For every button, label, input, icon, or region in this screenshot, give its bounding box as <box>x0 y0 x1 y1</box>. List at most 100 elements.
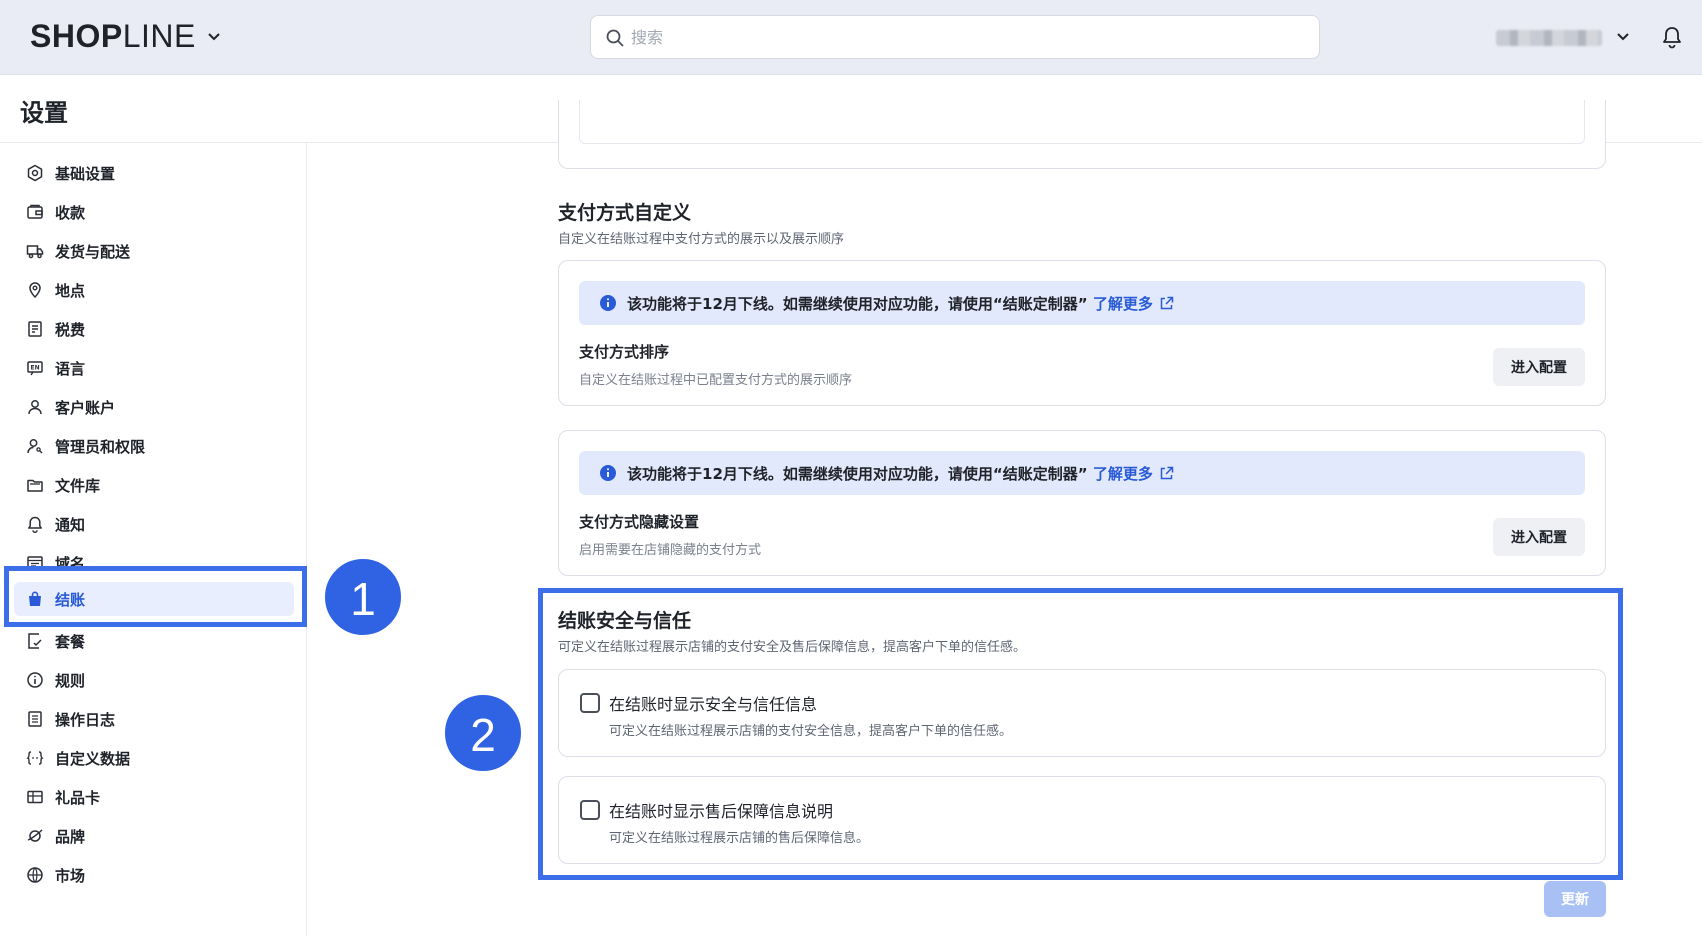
payment-sort-config-button[interactable]: 进入配置 <box>1493 348 1585 386</box>
search-box[interactable] <box>590 15 1320 59</box>
payment-hide-config-button[interactable]: 进入配置 <box>1493 518 1585 556</box>
sidebar-item-label: 地点 <box>55 282 86 300</box>
trust-option-card: 在结账时显示安全与信任信息 可定义在结账过程展示店铺的支付安全信息，提高客户下单… <box>558 669 1606 757</box>
step-badge-2: 2 <box>443 693 523 773</box>
shopping-bag-icon <box>29 591 41 606</box>
deprecation-notice: 该功能将于12月下线。如需继续使用对应功能，请使用“结账定制器” 了解更多 <box>579 451 1585 495</box>
sidebar-item-label: 礼品卡 <box>55 789 101 807</box>
location-pin-icon <box>29 282 41 299</box>
sidebar-item-label: 税费 <box>55 321 86 339</box>
info-icon <box>600 295 616 311</box>
receipt-icon <box>28 321 42 337</box>
sidebar-item-checkout[interactable]: 结账 <box>14 582 294 616</box>
sidebar-item-language[interactable]: EN 语言 <box>14 351 294 385</box>
sidebar-item-markets[interactable]: 市场 <box>14 858 294 892</box>
chevron-down-icon[interactable] <box>1614 28 1632 46</box>
gear-hex-icon <box>27 164 43 182</box>
learn-more-link[interactable]: 了解更多 <box>1093 465 1153 483</box>
sidebar-item-admins-permissions[interactable]: 管理员和权限 <box>14 429 294 463</box>
braces-icon <box>26 751 44 765</box>
shopline-logo[interactable]: SHOPLINE <box>30 18 196 55</box>
sidebar-item-label: 规则 <box>55 672 86 690</box>
sidebar-item-payments[interactable]: 收款 <box>14 195 294 229</box>
after-sales-label[interactable]: 在结账时显示售后保障信息说明 <box>609 798 833 822</box>
sidebar-item-plans[interactable]: 套餐 <box>14 624 294 658</box>
user-icon <box>28 400 42 415</box>
sidebar-item-label: 域名 <box>55 555 86 573</box>
sidebar-item-label: 收款 <box>55 204 86 222</box>
external-link-icon[interactable] <box>1159 296 1174 311</box>
sidebar-item-label: 通知 <box>55 516 86 534</box>
payment-sort-title: 支付方式排序 <box>579 343 670 361</box>
browser-icon <box>27 556 43 570</box>
sidebar-item-custom-data[interactable]: 自定义数据 <box>14 741 294 775</box>
sidebar-item-label: 套餐 <box>55 633 86 651</box>
page-title: 设置 <box>20 99 68 127</box>
sidebar-item-files[interactable]: 文件库 <box>14 468 294 502</box>
language-icon: EN <box>27 361 43 376</box>
payment-hide-title: 支付方式隐藏设置 <box>579 513 700 531</box>
step-badge-1: 1 <box>323 557 403 637</box>
search-icon <box>606 29 624 47</box>
sidebar-item-label: 品牌 <box>55 828 86 846</box>
top-bar: SHOPLINE <box>0 0 1702 75</box>
user-key-icon <box>27 439 43 454</box>
after-sales-desc: 可定义在结账过程展示店铺的售后保障信息。 <box>609 831 870 846</box>
bell-icon[interactable] <box>1661 25 1683 49</box>
info-icon <box>600 465 616 481</box>
sidebar-item-basic-settings[interactable]: 基础设置 <box>14 156 294 190</box>
sidebar-item-label: 操作日志 <box>55 711 116 729</box>
trust-section-desc: 可定义在结账过程展示店铺的支付安全及售后保障信息，提高客户下单的信任感。 <box>558 640 1027 655</box>
sidebar-item-label: 结账 <box>55 591 86 609</box>
sidebar-item-customer-accounts[interactable]: 客户账户 <box>14 390 294 424</box>
truck-icon <box>26 245 44 259</box>
info-circle-icon <box>27 672 43 688</box>
sidebar-item-label: 自定义数据 <box>55 750 131 768</box>
deprecation-notice: 该功能将于12月下线。如需继续使用对应功能，请使用“结账定制器” 了解更多 <box>579 281 1585 325</box>
sidebar-item-label: 市场 <box>55 867 86 885</box>
sidebar-item-label: 发货与配送 <box>55 243 131 261</box>
previous-section-card <box>558 100 1606 169</box>
sidebar-item-activity-log[interactable]: 操作日志 <box>14 702 294 736</box>
chevron-down-icon[interactable] <box>205 28 223 46</box>
sidebar-item-label: 客户账户 <box>55 399 116 417</box>
sidebar-item-taxes[interactable]: 税费 <box>14 312 294 346</box>
sidebar-item-label: 文件库 <box>55 477 101 495</box>
sidebar-item-gift-cards[interactable]: 礼品卡 <box>14 780 294 814</box>
after-sales-checkbox[interactable] <box>580 800 600 820</box>
trust-info-checkbox[interactable] <box>580 693 600 713</box>
brand-icon <box>27 829 43 842</box>
globe-icon <box>27 867 43 883</box>
after-sales-option-card: 在结账时显示售后保障信息说明 可定义在结账过程展示店铺的售后保障信息。 <box>558 776 1606 864</box>
folder-icon <box>27 479 43 492</box>
payment-hide-card: 该功能将于12月下线。如需继续使用对应功能，请使用“结账定制器” 了解更多 支付… <box>558 430 1606 576</box>
payment-sort-desc: 自定义在结账过程中已配置支付方式的展示顺序 <box>579 373 853 388</box>
sidebar-item-label: 管理员和权限 <box>55 438 146 456</box>
sidebar-item-shipping[interactable]: 发货与配送 <box>14 234 294 268</box>
external-link-icon[interactable] <box>1159 466 1174 481</box>
sidebar-item-locations[interactable]: 地点 <box>14 273 294 307</box>
settings-sidebar: 基础设置 收款 发货与配送 地点 税费 EN 语言 客户账户 管理员和权限 文件… <box>0 143 307 936</box>
sidebar-item-notifications[interactable]: 通知 <box>14 507 294 541</box>
search-input[interactable] <box>631 16 1301 58</box>
payment-sort-card: 该功能将于12月下线。如需继续使用对应功能，请使用“结账定制器” 了解更多 支付… <box>558 260 1606 406</box>
payment-hide-desc: 启用需要在店铺隐藏的支付方式 <box>579 543 762 558</box>
payment-custom-title: 支付方式自定义 <box>558 202 692 224</box>
gift-card-icon <box>27 790 43 804</box>
sidebar-item-label: 基础设置 <box>55 165 116 183</box>
trust-info-label[interactable]: 在结账时显示安全与信任信息 <box>609 691 817 715</box>
sidebar-item-rules[interactable]: 规则 <box>14 663 294 697</box>
bell-icon <box>28 516 42 533</box>
wallet-icon <box>27 204 43 219</box>
notice-text: 该功能将于12月下线。如需继续使用对应功能，请使用“结账定制器” 了解更多 <box>627 293 1174 314</box>
trust-info-desc: 可定义在结账过程展示店铺的支付安全信息，提高客户下单的信任感。 <box>609 724 1013 739</box>
trust-section-title: 结账安全与信任 <box>558 610 692 632</box>
svg-text:EN: EN <box>31 365 40 372</box>
sidebar-item-brand[interactable]: 品牌 <box>14 819 294 853</box>
payment-custom-desc: 自定义在结账过程中支付方式的展示以及展示顺序 <box>558 232 845 247</box>
update-button[interactable]: 更新 <box>1544 881 1606 917</box>
sidebar-item-domains[interactable]: 域名 <box>14 546 294 580</box>
account-name-blurred[interactable] <box>1496 30 1602 46</box>
learn-more-link[interactable]: 了解更多 <box>1093 295 1153 313</box>
previous-section-inner <box>579 100 1585 144</box>
